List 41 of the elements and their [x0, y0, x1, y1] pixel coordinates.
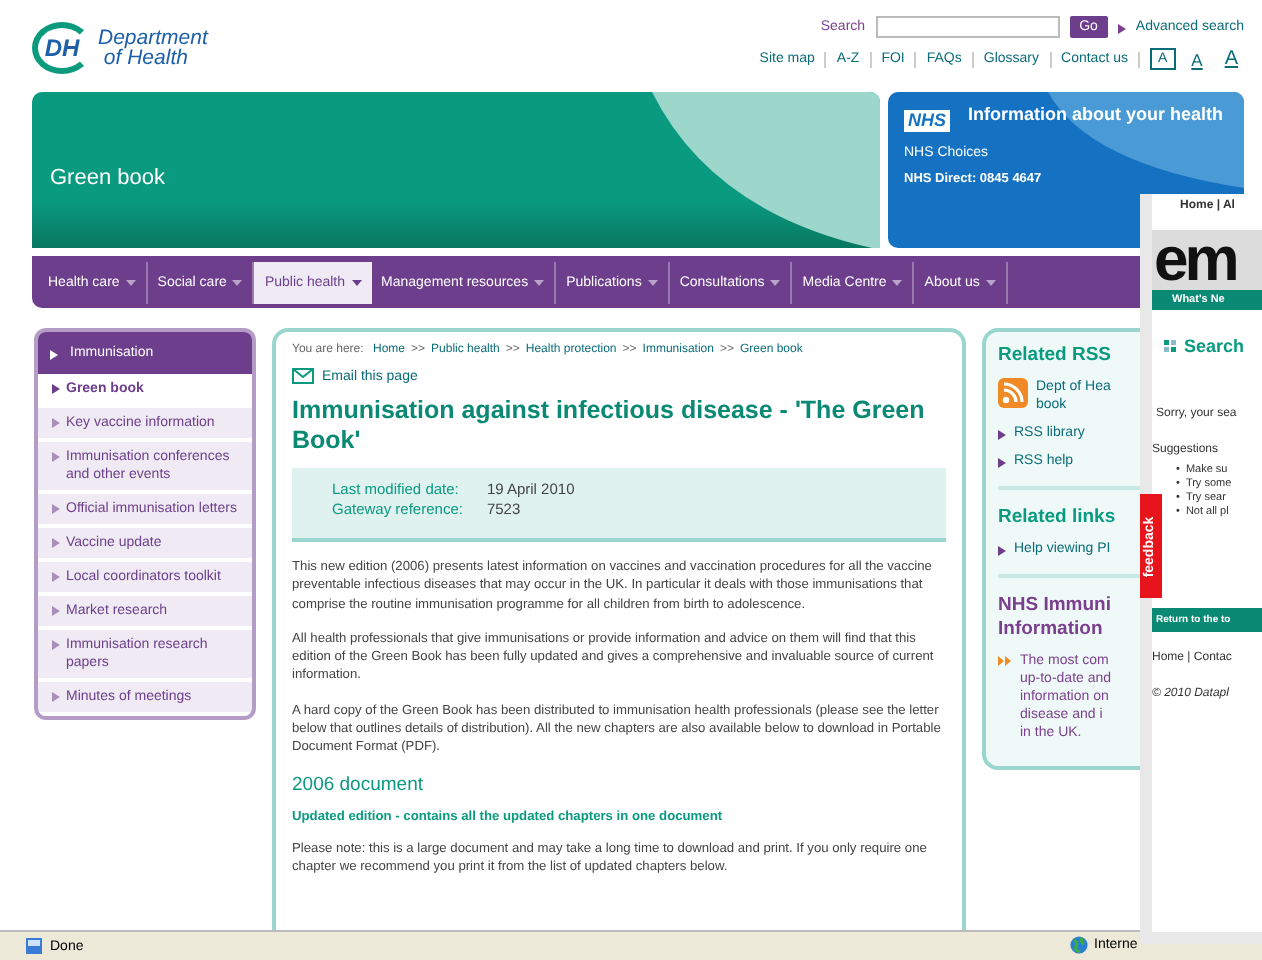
- bullet-icon: [998, 458, 1006, 468]
- nhs-heading: Information about your health: [968, 104, 1224, 128]
- popup-search-heading: Search: [1184, 336, 1245, 356]
- search-field[interactable]: [875, 16, 1060, 38]
- bullet-icon: [998, 546, 1006, 556]
- caret-icon: [351, 279, 362, 285]
- nhs-info-heading: NHS Immuni Information: [998, 594, 1111, 642]
- banner-title: Green book: [50, 166, 165, 190]
- double-arrow-icon: [998, 656, 1012, 666]
- bullet-icon: [52, 606, 60, 616]
- caret-icon: [232, 279, 243, 285]
- bullet-icon: [52, 504, 60, 514]
- bullet-icon: [52, 692, 60, 702]
- page-icon: [24, 936, 44, 956]
- caret-icon: [534, 279, 545, 285]
- globe-icon: [1070, 936, 1088, 954]
- bullet-icon: [52, 452, 60, 462]
- popup-logo: em: [1154, 230, 1236, 290]
- links-heading: Related links: [998, 506, 1116, 530]
- bullet-icon: [1117, 24, 1126, 34]
- bullet-icon: [52, 538, 60, 548]
- text-size-button[interactable]: A: [1218, 46, 1244, 72]
- page-title: Immunisation against infectious disease - 'The Green Book': [292, 396, 927, 456]
- bullet-icon: [50, 350, 58, 360]
- bullet-icon: [52, 418, 60, 428]
- caret-icon: [647, 279, 658, 285]
- section-heading: 2006 document: [292, 773, 425, 796]
- caret-icon: [892, 279, 903, 285]
- bullet-icon: [52, 640, 60, 650]
- rss-icon: [998, 378, 1028, 408]
- nhs-logo: NHS: [904, 110, 951, 132]
- bullet-icon: [52, 572, 60, 582]
- caret-icon: [985, 279, 996, 285]
- caret-icon: [125, 279, 136, 285]
- bullet-icon: [998, 430, 1006, 440]
- envelope-icon: [292, 368, 314, 384]
- logo-text: Department of Health: [98, 28, 208, 68]
- bullet-icon: [52, 384, 60, 394]
- caret-icon: [770, 279, 781, 285]
- rss-heading: Related RSS: [998, 344, 1111, 368]
- grid-icon: [1164, 340, 1176, 352]
